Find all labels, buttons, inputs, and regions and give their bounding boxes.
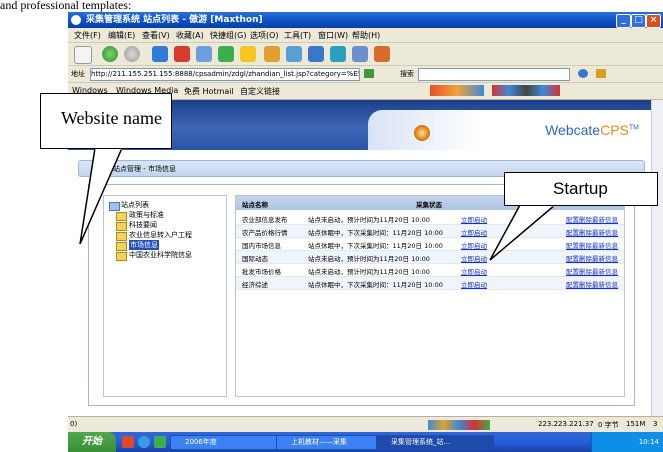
startup-pointer [489, 204, 558, 261]
callout-website-name: Website name [40, 93, 172, 149]
callout-website-name-label: Website name [61, 108, 163, 128]
callout-pointers [79, 146, 558, 261]
callout-startup: Startup [504, 172, 658, 206]
website-name-pointer [79, 147, 124, 245]
callout-startup-label: Startup [553, 179, 608, 198]
